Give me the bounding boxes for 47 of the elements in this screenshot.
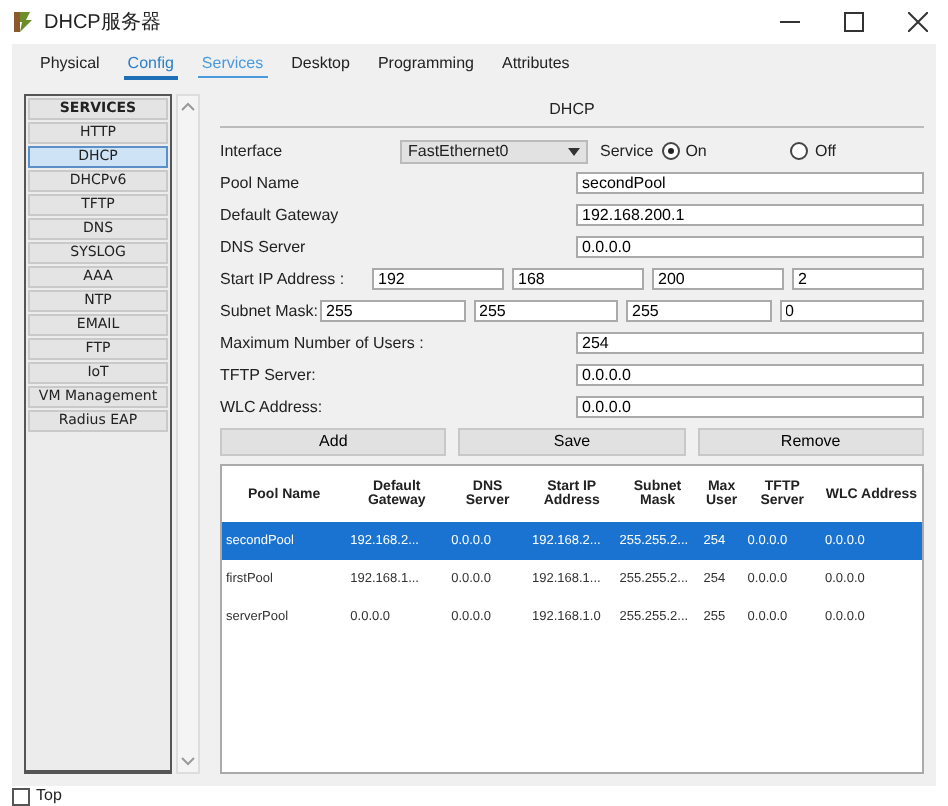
input-field[interactable]: 0.0.0.0 [576,396,924,418]
input-field[interactable]: 2 [792,268,924,290]
field-label: Pool Name [220,174,302,192]
field-label: Maximum Number of Users : [220,334,426,352]
caret-icon [568,147,580,155]
field-label: Service [600,142,654,160]
tab[interactable]: Desktop [287,54,354,76]
field-label: Interface [220,142,285,160]
action-button[interactable]: Add [220,427,447,455]
window-title: DHCP服务器 [44,10,161,36]
radio-button[interactable] [661,142,680,160]
maximize-icon[interactable] [844,12,864,32]
input-field[interactable]: secondPool [576,172,924,194]
tab[interactable]: Attributes [497,54,574,76]
tab[interactable]: Programming [373,54,478,76]
tab[interactable]: Config [123,54,178,80]
close-icon[interactable] [908,12,928,32]
interface-dropdown[interactable]: FastEthernet0 [400,139,588,163]
input-field[interactable]: 192.168.200.1 [576,204,924,226]
input-field[interactable]: 255 [473,300,618,322]
scroll-up-icon[interactable] [180,102,196,112]
input-field[interactable]: 255 [626,300,771,322]
input-field[interactable]: 200 [652,268,784,290]
field-label: Start IP Address : [220,270,347,288]
radio-label: Off [814,142,836,160]
input-field[interactable]: 192 [372,268,504,290]
radio-button[interactable] [790,142,809,160]
action-button[interactable]: Save [458,427,686,455]
input-field[interactable]: 0 [779,300,924,322]
field-label: WLC Address: [220,398,325,416]
input-field[interactable]: 0.0.0.0 [576,364,924,386]
radio-label: On [685,142,707,160]
input-field[interactable]: 254 [576,332,924,354]
tab[interactable]: Physical [36,54,104,76]
panel-title: DHCP [220,94,924,128]
action-button[interactable]: Remove [697,427,924,455]
scroll-down-icon[interactable] [180,756,196,766]
field-label: DNS Server [220,238,308,256]
input-field[interactable]: 168 [512,268,644,290]
input-field[interactable]: 255 [320,300,465,322]
input-field[interactable]: 0.0.0.0 [576,236,924,258]
checkbox-label: Top [36,786,62,806]
scrollbar[interactable] [176,94,200,774]
checkbox[interactable] [12,787,30,805]
app-icon [12,10,36,34]
field-label: Default Gateway [220,206,341,224]
field-label: TFTP Server: [220,366,318,384]
